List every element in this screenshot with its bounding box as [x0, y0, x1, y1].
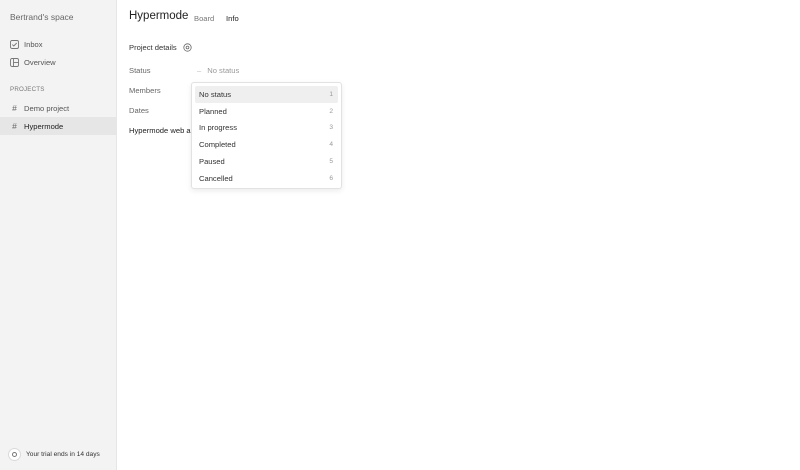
- dates-label: Dates: [129, 106, 149, 115]
- option-shortcut: 1: [329, 90, 333, 98]
- page-title: Hypermode: [129, 10, 189, 22]
- status-option-planned[interactable]: Planned 2: [195, 103, 338, 120]
- sidebar-item-label: Hypermode: [24, 121, 64, 131]
- dash-icon: –: [197, 66, 202, 75]
- project-details-header: Project details: [129, 43, 192, 52]
- project-details-heading: Project details: [129, 43, 177, 52]
- option-label: Paused: [199, 157, 225, 167]
- project-name[interactable]: Hypermode web app: [129, 126, 193, 135]
- sidebar-item-demo-project[interactable]: # Demo project: [0, 99, 116, 117]
- option-label: No status: [199, 89, 232, 99]
- sidebar-item-label: Inbox: [24, 39, 43, 49]
- sidebar-item-label: Overview: [24, 57, 56, 67]
- trial-text: Your trial ends in 14 days: [26, 451, 100, 458]
- option-label: In progress: [199, 123, 237, 133]
- option-shortcut: 3: [329, 124, 333, 132]
- option-shortcut: 5: [329, 158, 333, 166]
- members-label: Members: [129, 86, 161, 95]
- gear-icon[interactable]: [183, 43, 192, 52]
- hash-icon: #: [12, 103, 17, 113]
- sidebar-item-hypermode[interactable]: # Hypermode: [0, 117, 116, 135]
- board-icon: [10, 57, 19, 67]
- option-label: Completed: [199, 140, 236, 150]
- checkbox-icon: [10, 39, 19, 49]
- sidebar: Bertrand's space Inbox Overview PROJECTS…: [0, 0, 117, 470]
- status-option-paused[interactable]: Paused 5: [195, 153, 338, 170]
- trial-clock-icon: [8, 448, 21, 461]
- sidebar-item-overview[interactable]: Overview: [0, 53, 116, 71]
- workspace-name[interactable]: Bertrand's space: [10, 12, 74, 22]
- projects-section-label: PROJECTS: [10, 86, 45, 93]
- sidebar-item-label: Demo project: [24, 103, 70, 113]
- option-label: Planned: [199, 106, 227, 116]
- trial-notice[interactable]: Your trial ends in 14 days: [8, 448, 100, 461]
- hash-icon: #: [12, 121, 17, 131]
- option-shortcut: 2: [329, 107, 333, 115]
- tab-info[interactable]: Info: [226, 14, 239, 23]
- sidebar-item-inbox[interactable]: Inbox: [0, 35, 116, 53]
- option-label: Cancelled: [199, 173, 233, 183]
- status-option-cancelled[interactable]: Cancelled 6: [195, 170, 338, 187]
- status-option-no-status[interactable]: No status 1: [195, 86, 338, 103]
- status-value-text: No status: [207, 66, 240, 75]
- status-dropdown: No status 1 Planned 2 In progress 3 Comp…: [191, 82, 342, 189]
- status-option-completed[interactable]: Completed 4: [195, 136, 338, 153]
- option-shortcut: 4: [329, 141, 333, 149]
- status-select[interactable]: – No status: [197, 66, 239, 75]
- status-label: Status: [129, 66, 151, 75]
- status-option-in-progress[interactable]: In progress 3: [195, 120, 338, 137]
- tab-board[interactable]: Board: [194, 14, 214, 23]
- option-shortcut: 6: [329, 174, 333, 182]
